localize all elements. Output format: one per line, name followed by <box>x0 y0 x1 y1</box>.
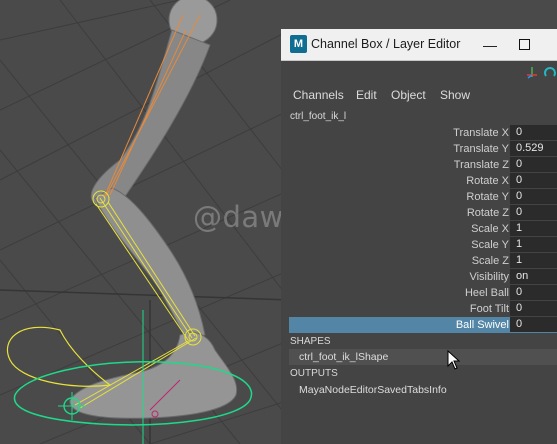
channel-label[interactable]: Ball Swivel <box>456 319 509 331</box>
channel-row-translate-z[interactable]: Translate Z0 <box>289 157 557 173</box>
channel-label[interactable]: Rotate Y <box>466 191 509 203</box>
menu-object[interactable]: Object <box>391 88 426 102</box>
window-title: Channel Box / Layer Editor <box>311 37 461 51</box>
channel-row-rotate-x[interactable]: Rotate X0 <box>289 173 557 189</box>
channel-value[interactable]: 1 <box>510 221 557 236</box>
channel-value[interactable]: on <box>510 269 557 284</box>
channel-value[interactable]: 0 <box>510 301 557 316</box>
channel-row-rotate-z[interactable]: Rotate Z0 <box>289 205 557 221</box>
channel-value[interactable]: 0 <box>510 205 557 220</box>
channel-label[interactable]: Translate Y <box>453 143 509 155</box>
channel-row-heel-ball[interactable]: Heel Ball 0 <box>289 285 557 301</box>
channel-label[interactable]: Rotate Z <box>467 207 509 219</box>
channel-row-visibility[interactable]: Visibility on <box>289 269 557 285</box>
window-titlebar[interactable]: M Channel Box / Layer Editor — <box>281 29 557 61</box>
channel-row-translate-y[interactable]: Translate Y 0.529 <box>289 141 557 157</box>
channel-value[interactable]: 0 <box>510 317 557 332</box>
channel-value[interactable]: 0 <box>510 285 557 300</box>
shape-node-name[interactable]: ctrl_foot_ik_lShape <box>299 351 388 363</box>
channel-value[interactable]: 0 <box>510 173 557 188</box>
channel-value[interactable]: 0 <box>510 125 557 140</box>
channel-label[interactable]: Translate Z <box>454 159 509 171</box>
channel-row-ball-swivel[interactable]: Ball Swivel 0 <box>289 317 557 333</box>
mouse-cursor-icon <box>447 350 461 370</box>
channel-value[interactable]: 1 <box>510 237 557 252</box>
channel-value[interactable]: 0 <box>510 189 557 204</box>
channel-value[interactable]: 1 <box>510 253 557 268</box>
channel-box-toolbar <box>281 61 557 83</box>
channel-row-scale-z[interactable]: Scale Z1 <box>289 253 557 269</box>
output-node-name[interactable]: MayaNodeEditorSavedTabsInfo <box>299 384 447 396</box>
shapes-section-header: SHAPES <box>290 336 331 347</box>
channel-row-rotate-y[interactable]: Rotate Y0 <box>289 189 557 205</box>
menu-channels[interactable]: Channels <box>293 88 344 102</box>
channel-box-panel: M Channel Box / Layer Editor — Channels … <box>281 29 557 444</box>
channel-label[interactable]: Foot Tilt <box>470 303 509 315</box>
maximize-button[interactable] <box>507 29 541 60</box>
channel-label[interactable]: Scale X <box>471 223 509 235</box>
channel-label[interactable]: Heel Ball <box>465 287 509 299</box>
output-node-row[interactable]: MayaNodeEditorSavedTabsInfo <box>289 382 557 398</box>
channel-label[interactable]: Translate X <box>453 127 509 139</box>
channel-value[interactable]: 0.529 <box>510 141 557 156</box>
channel-label[interactable]: Scale Z <box>472 255 509 267</box>
channel-label[interactable]: Scale Y <box>471 239 509 251</box>
channel-row-foot-tilt[interactable]: Foot Tilt 0 <box>289 301 557 317</box>
menu-bar: Channels Edit Object Show <box>281 84 557 106</box>
channel-list: Translate X0 Translate Y 0.529 Translate … <box>289 125 557 333</box>
menu-show[interactable]: Show <box>440 88 470 102</box>
menu-edit[interactable]: Edit <box>356 88 377 102</box>
channel-label[interactable]: Rotate X <box>466 175 509 187</box>
channel-row-translate-x[interactable]: Translate X0 <box>289 125 557 141</box>
shape-node-row[interactable]: ctrl_foot_ik_lShape <box>289 349 557 365</box>
node-name-label[interactable]: ctrl_foot_ik_l <box>290 111 346 122</box>
maximize-icon <box>518 39 530 50</box>
channel-sync-icon[interactable] <box>543 65 557 79</box>
maya-app-icon: M <box>290 35 307 53</box>
channel-row-scale-y[interactable]: Scale Y1 <box>289 237 557 253</box>
channel-value[interactable]: 0 <box>510 157 557 172</box>
axis-icon[interactable] <box>525 65 539 79</box>
channel-row-scale-x[interactable]: Scale X1 <box>289 221 557 237</box>
minimize-button[interactable]: — <box>473 29 507 60</box>
channel-label[interactable]: Visibility <box>469 271 509 283</box>
outputs-section-header: OUTPUTS <box>290 368 338 379</box>
